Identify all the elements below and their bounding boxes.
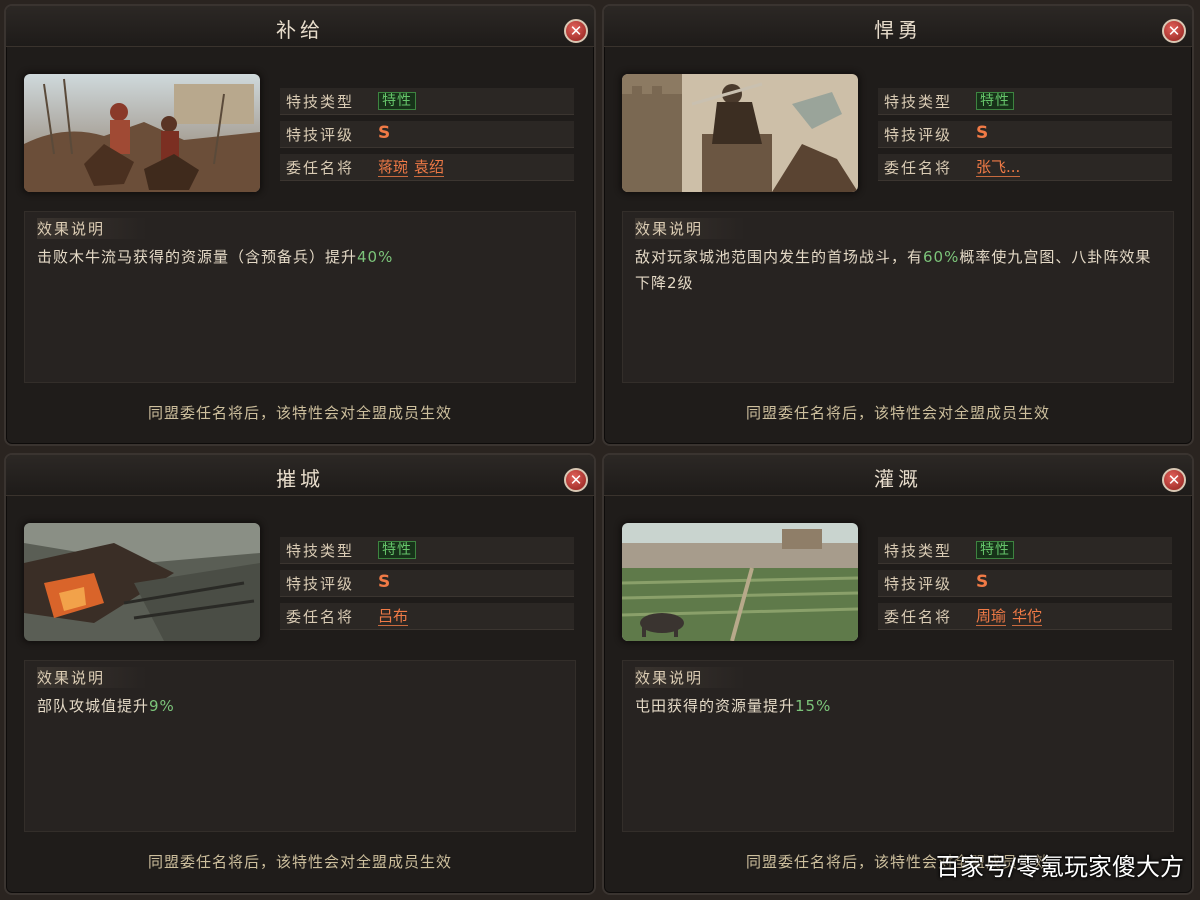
effect-value: 60% xyxy=(923,248,960,266)
effect-description-box: 效果说明 敌对玩家城池范围内发生的首场战斗，有60%概率使九宫图、八卦阵效果下降… xyxy=(622,211,1174,383)
panel-title: 悍勇 xyxy=(874,18,922,42)
label-skill-grade: 特技评级 xyxy=(884,126,953,144)
effect-text: 部队攻城值提升9% xyxy=(37,697,175,715)
watermark: 百家号/零氪玩家傻大方 xyxy=(935,853,1184,881)
close-icon[interactable]: ✕ xyxy=(564,468,588,492)
panel-title: 摧城 xyxy=(276,467,324,491)
effect-text: 击败木牛流马获得的资源量（含预备兵）提升40% xyxy=(37,248,394,266)
panel-titlebar: 灌溉 ✕ xyxy=(604,455,1192,496)
label-skill-type: 特技类型 xyxy=(884,93,953,111)
label-skill-type: 特技类型 xyxy=(286,542,355,560)
info-row-type: 特技类型 特性 xyxy=(280,537,574,564)
info-row-type: 特技类型 特性 xyxy=(280,88,574,115)
skill-artwork xyxy=(622,74,858,192)
skill-panel-siege: 摧城 ✕ 特技类型 特性 特技评级 S 委任名将 吕布 效果说明 部队攻城值提升… xyxy=(4,453,596,895)
label-appoint: 委任名将 xyxy=(286,159,355,177)
info-row-grade: 特技评级 S xyxy=(280,121,574,148)
effect-header: 效果说明 xyxy=(635,667,745,688)
label-appoint: 委任名将 xyxy=(286,608,355,626)
general-link[interactable]: 袁绍 xyxy=(414,158,445,177)
label-skill-grade: 特技评级 xyxy=(286,575,355,593)
label-appoint: 委任名将 xyxy=(884,608,953,626)
label-skill-type: 特技类型 xyxy=(286,93,355,111)
general-link[interactable]: 吕布 xyxy=(378,607,409,626)
info-row-grade: 特技评级 S xyxy=(280,570,574,597)
label-skill-type: 特技类型 xyxy=(884,542,953,560)
effect-description-box: 效果说明 击败木牛流马获得的资源量（含预备兵）提升40% xyxy=(24,211,576,383)
skill-type-badge: 特性 xyxy=(976,92,1014,110)
info-row-type: 特技类型 特性 xyxy=(878,537,1172,564)
panel-titlebar: 悍勇 ✕ xyxy=(604,6,1192,47)
general-link[interactable]: 华佗 xyxy=(1012,607,1043,626)
alliance-footer-note: 同盟委任名将后，该特性会对全盟成员生效 xyxy=(745,404,1050,422)
skill-grade-value: S xyxy=(378,572,391,592)
skill-type-badge: 特性 xyxy=(976,541,1014,559)
label-skill-grade: 特技评级 xyxy=(884,575,953,593)
info-row-appoint: 委任名将 蒋琬 袁绍 xyxy=(280,154,574,181)
close-icon[interactable]: ✕ xyxy=(564,19,588,43)
skill-artwork xyxy=(622,523,858,641)
close-icon[interactable]: ✕ xyxy=(1162,468,1186,492)
info-row-grade: 特技评级 S xyxy=(878,570,1172,597)
alliance-footer-note: 同盟委任名将后，该特性会对全盟成员生效 xyxy=(147,853,452,871)
skill-grade-value: S xyxy=(378,123,391,143)
label-skill-grade: 特技评级 xyxy=(286,126,355,144)
info-row-type: 特技类型 特性 xyxy=(878,88,1172,115)
skill-panel-irrigation: 灌溉 ✕ 特技类型 特性 特技评级 S 委任名将 周瑜 华佗 效果说明 屯田获得… xyxy=(602,453,1194,895)
general-link[interactable]: 周瑜 xyxy=(976,607,1007,626)
alliance-footer-note: 同盟委任名将后，该特性会对全盟成员生效 xyxy=(147,404,452,422)
panel-titlebar: 补给 ✕ xyxy=(6,6,594,47)
skill-artwork xyxy=(24,74,260,192)
effect-header: 效果说明 xyxy=(37,667,147,688)
effect-text: 敌对玩家城池范围内发生的首场战斗，有60%概率使九宫图、八卦阵效果下降2级 xyxy=(635,248,1152,292)
effect-value: 9% xyxy=(149,697,175,715)
effect-description-box: 效果说明 屯田获得的资源量提升15% xyxy=(622,660,1174,832)
skill-artwork xyxy=(24,523,260,641)
panel-title: 灌溉 xyxy=(874,467,922,491)
skill-type-badge: 特性 xyxy=(378,541,416,559)
effect-value: 40% xyxy=(357,248,394,266)
label-appoint: 委任名将 xyxy=(884,159,953,177)
panel-title: 补给 xyxy=(276,18,324,42)
skill-panel-valiant: 悍勇 ✕ 特技类型 特性 特技评级 S 委任名将 张飞... 效果说明 敌对玩家… xyxy=(602,4,1194,446)
general-link[interactable]: 张飞... xyxy=(976,158,1021,177)
skill-grade-value: S xyxy=(976,572,989,592)
panel-titlebar: 摧城 ✕ xyxy=(6,455,594,496)
effect-description-box: 效果说明 部队攻城值提升9% xyxy=(24,660,576,832)
effect-value: 15% xyxy=(795,697,832,715)
skill-panel-supply: 补给 ✕ 特技类型 特性 特技评级 S 委任名将 蒋琬 袁绍 效果说明 击败木牛… xyxy=(4,4,596,446)
info-row-appoint: 委任名将 张飞... xyxy=(878,154,1172,181)
effect-header: 效果说明 xyxy=(37,218,147,239)
skill-grade-value: S xyxy=(976,123,989,143)
effect-text: 屯田获得的资源量提升15% xyxy=(635,697,832,715)
close-icon[interactable]: ✕ xyxy=(1162,19,1186,43)
info-row-appoint: 委任名将 周瑜 华佗 xyxy=(878,603,1172,630)
info-row-appoint: 委任名将 吕布 xyxy=(280,603,574,630)
info-row-grade: 特技评级 S xyxy=(878,121,1172,148)
general-link[interactable]: 蒋琬 xyxy=(378,158,409,177)
skill-type-badge: 特性 xyxy=(378,92,416,110)
effect-header: 效果说明 xyxy=(635,218,745,239)
